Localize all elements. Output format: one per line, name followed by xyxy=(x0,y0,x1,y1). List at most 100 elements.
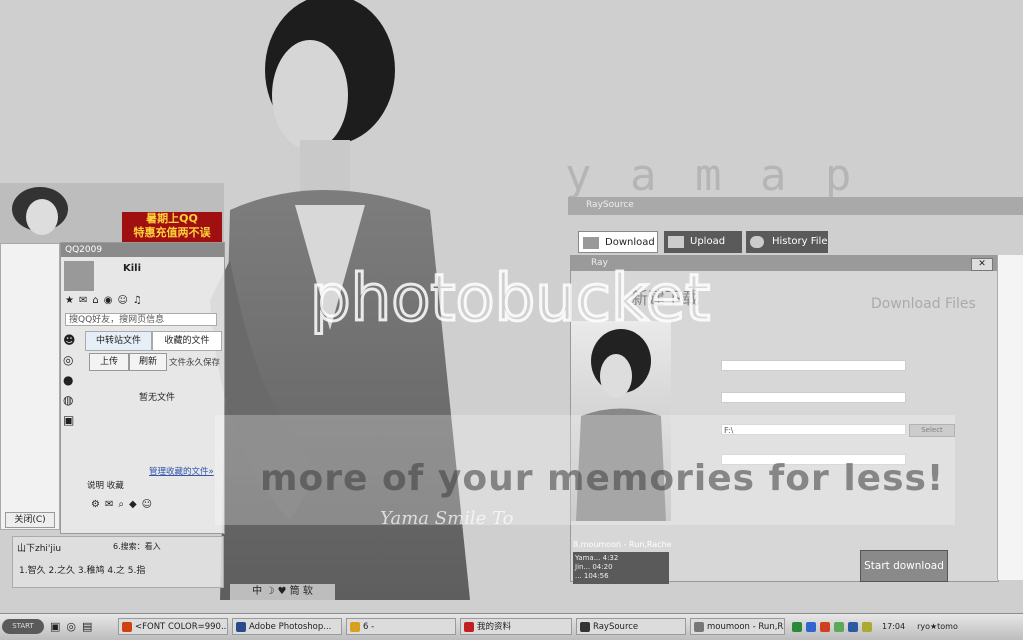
upload-button[interactable]: 上传 xyxy=(89,353,129,371)
desktop-icon[interactable]: ▣ xyxy=(50,620,60,633)
qq-bottom-icons: ⚙ ✉ ⌕ ◆ ☺ xyxy=(91,499,211,529)
taskbar-item-music[interactable]: moumoon - Run,R... xyxy=(690,618,785,635)
ime-status-bar[interactable]: 中 ☽ ♥ 筒 软 xyxy=(230,584,335,600)
shop-icon[interactable]: ◉ xyxy=(104,295,113,309)
qq-icon xyxy=(464,622,474,632)
photoshop-icon xyxy=(236,622,246,632)
raysource-title-bar: RaySource xyxy=(568,197,1023,215)
taskbar-label: RaySource xyxy=(593,622,639,632)
search-input[interactable]: 搜QQ好友，搜网页信息 xyxy=(65,313,217,326)
explain-label: 说明 收藏 xyxy=(87,481,124,491)
tab-transfer[interactable]: 中转站文件 xyxy=(85,331,152,351)
watermark-logo-graphic: photobucket xyxy=(309,261,712,338)
tray-qq-icon[interactable] xyxy=(820,621,830,632)
avatar[interactable] xyxy=(64,261,94,291)
upload-icon xyxy=(668,236,684,248)
right-window-edge xyxy=(997,255,1023,580)
find-icon[interactable]: ⌕ xyxy=(118,499,124,529)
player-line-2: Jin... 04:20 xyxy=(575,563,613,571)
qq-sidebar: ☻ ◎ ● ◍ ▣ xyxy=(63,333,81,427)
player-line-3: ... 104:56 xyxy=(575,572,609,580)
pet-icon[interactable]: ☺ xyxy=(117,295,127,309)
wallpaper-signature: Yama Smile To xyxy=(380,508,514,529)
browser-tab-icon xyxy=(122,622,132,632)
refresh-button[interactable]: 刷新 xyxy=(129,353,167,371)
tray-update-icon[interactable] xyxy=(862,621,872,632)
ime-candidates[interactable]: 1.智久 2.之久 3.稚鸠 4.之 5.指 xyxy=(19,563,145,576)
tray-user: ryo★tomo xyxy=(917,622,958,631)
player-line-1: Yama... 4:32 xyxy=(575,554,619,562)
manage-favorites-link[interactable]: 管理收藏的文件» xyxy=(149,465,214,477)
ime-hint: 6.搜索：看入 xyxy=(113,542,161,551)
app-icon[interactable]: ◆ xyxy=(129,499,137,529)
taskbar-item-font[interactable]: <FONT COLOR=990... xyxy=(118,618,228,635)
qq-ad-banner[interactable]: 暑期上QQ 特惠充值两不误 xyxy=(122,212,222,242)
folder-icon xyxy=(350,622,360,632)
qq-main-window: QQ2009 Kili ★ ✉ ⌂ ◉ ☺ ♫ 搜QQ好友，搜网页信息 ☻ ◎ … xyxy=(60,242,225,534)
now-playing-text: 8.moumoon - Run,Rache xyxy=(573,540,672,549)
taskbar-item-photoshop[interactable]: Adobe Photoshop... xyxy=(232,618,342,635)
browser-icon[interactable]: ◎ xyxy=(66,620,76,633)
watermark-logo-text: photobucket xyxy=(310,262,710,336)
download-files-label: Download Files xyxy=(871,296,976,312)
space-icon[interactable]: ⌂ xyxy=(92,295,98,309)
tab-upload-label: Upload xyxy=(690,236,726,247)
qq-left-window: 关闭(C) xyxy=(0,243,60,530)
taskbar: START ▣ ◎ ▤ <FONT COLOR=990... Adobe Pho… xyxy=(0,613,1023,640)
qq-penguin-icon[interactable]: ☻ xyxy=(63,333,81,347)
taskbar-item-folder[interactable]: 6 - xyxy=(346,618,456,635)
mail-icon[interactable]: ✉ xyxy=(79,295,87,309)
watermark-tagline: more of your memories for less! xyxy=(260,458,945,499)
url-field[interactable] xyxy=(721,360,906,371)
description-field[interactable] xyxy=(721,392,906,403)
message-icon[interactable]: ✉ xyxy=(105,499,113,529)
star-icon[interactable]: ★ xyxy=(65,295,74,309)
tab-history-label: History File xyxy=(772,236,828,247)
qq-ad-line2: 特惠充值两不误 xyxy=(133,226,211,239)
tab-download-label: Download xyxy=(605,237,655,248)
taskbar-label: <FONT COLOR=990... xyxy=(135,622,228,632)
tab-favorites[interactable]: 收藏的文件 xyxy=(152,331,222,351)
download-icon xyxy=(583,237,599,249)
music-icon[interactable]: ♫ xyxy=(133,295,142,309)
taskbar-label: 6 - xyxy=(363,622,375,632)
taskbar-label: moumoon - Run,R... xyxy=(707,622,785,632)
qq-ad-line1: 暑期上QQ xyxy=(146,212,198,225)
tray-clock[interactable]: 17:04 xyxy=(882,622,905,631)
watermark-logo: photobucket xyxy=(300,250,860,340)
qq-window-title: QQ2009 xyxy=(61,243,224,257)
globe-icon[interactable]: ◍ xyxy=(63,393,81,407)
smile-icon[interactable]: ☺ xyxy=(142,499,152,529)
explorer-icon[interactable]: ▤ xyxy=(82,620,92,633)
ie-icon[interactable]: ◎ xyxy=(63,353,81,367)
raysource-brand: RaySource xyxy=(586,200,634,210)
tray-security-icon[interactable] xyxy=(834,621,844,632)
start-button[interactable]: START xyxy=(2,619,44,634)
ime-candidate-window: 山下zhi'jiu 6.搜索：看入 1.智久 2.之久 3.稚鸠 4.之 5.指 xyxy=(12,536,224,588)
quick-launch: ▣ ◎ ▤ xyxy=(50,620,92,633)
qq-toolbar-icons: ★ ✉ ⌂ ◉ ☺ ♫ xyxy=(65,295,220,309)
qq-header-photo xyxy=(12,187,68,235)
tray-volume-icon[interactable] xyxy=(806,621,816,632)
taskbar-label: 我的资料 xyxy=(477,622,512,632)
taskbar-label: Adobe Photoshop... xyxy=(249,622,332,632)
permanent-save-label: 文件永久保存 xyxy=(169,358,221,368)
raysource-icon xyxy=(580,622,590,632)
history-icon xyxy=(750,236,764,248)
close-icon[interactable]: ✕ xyxy=(971,258,993,271)
music-player[interactable]: Yama... 4:32 Jin... 04:20 ... 104:56 xyxy=(573,552,669,584)
empty-files-label: 暂无文件 xyxy=(139,393,176,403)
taskbar-item-qq-profile[interactable]: 我的资料 xyxy=(460,618,572,635)
settings-icon[interactable]: ⚙ xyxy=(91,499,100,529)
start-download-button[interactable]: Start download xyxy=(860,550,948,582)
taskbar-item-raysource[interactable]: RaySource xyxy=(576,618,686,635)
note-icon[interactable]: ▣ xyxy=(63,413,81,427)
ime-input-text: 山下zhi'jiu xyxy=(17,544,62,554)
tray-messenger-icon[interactable] xyxy=(848,621,858,632)
system-tray: 17:04 ryo★tomo xyxy=(788,617,1021,636)
wallpaper-title: y a m a p xyxy=(565,150,858,201)
tray-network-icon[interactable] xyxy=(792,621,802,632)
game-icon[interactable]: ● xyxy=(63,373,81,387)
qq-nickname: Kili xyxy=(123,263,142,274)
close-button[interactable]: 关闭(C) xyxy=(5,512,55,528)
